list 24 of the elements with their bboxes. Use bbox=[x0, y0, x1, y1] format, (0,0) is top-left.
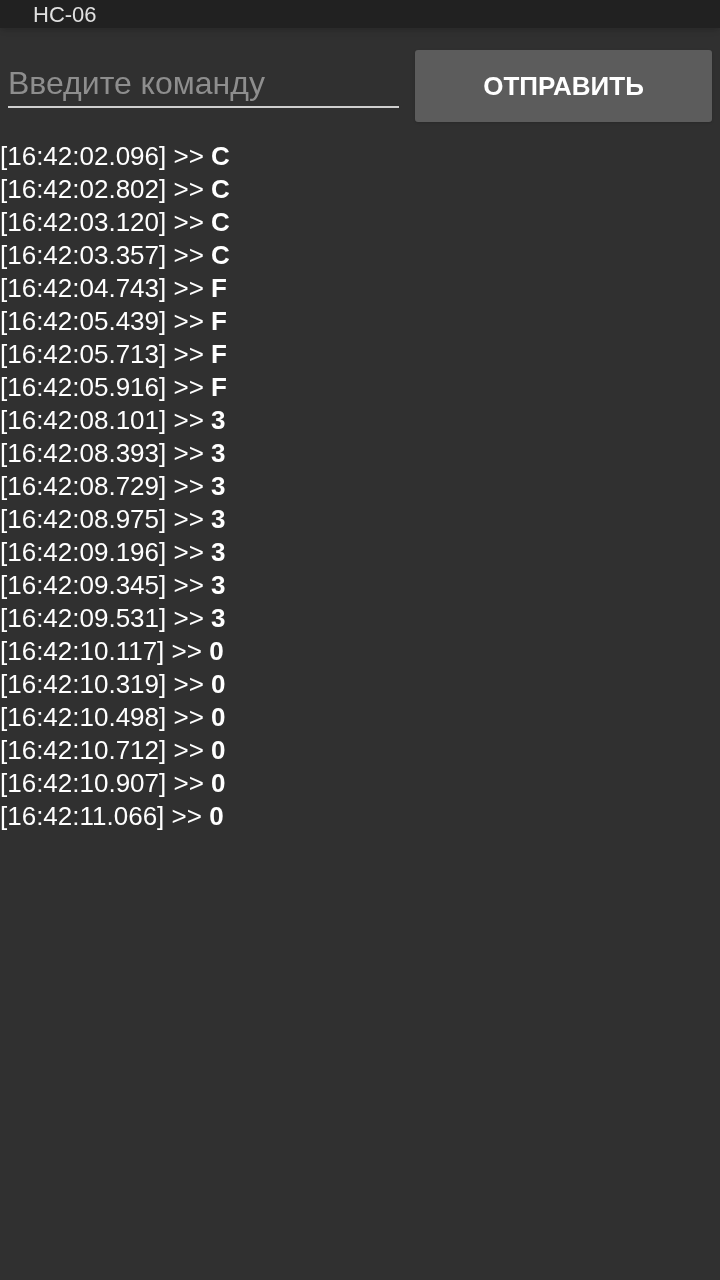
log-line: [16:42:05.439] >> F bbox=[0, 305, 227, 338]
log-line: [16:42:02.802] >> C bbox=[0, 173, 230, 206]
window-title: HC-06 bbox=[33, 2, 97, 28]
log-line: [16:42:10.117] >> 0 bbox=[0, 635, 224, 668]
log-line: [16:42:10.712] >> 0 bbox=[0, 734, 226, 767]
log-line: [16:42:10.319] >> 0 bbox=[0, 668, 226, 701]
log-line: [16:42:04.743] >> F bbox=[0, 272, 227, 305]
log-line: [16:42:08.101] >> 3 bbox=[0, 404, 226, 437]
command-field[interactable]: Введите команду bbox=[8, 64, 399, 108]
log-line: [16:42:09.196] >> 3 bbox=[0, 536, 226, 569]
log-line: [16:42:11.066] >> 0 bbox=[0, 800, 224, 833]
log-line: [16:42:08.393] >> 3 bbox=[0, 437, 226, 470]
log-line: [16:42:09.531] >> 3 bbox=[0, 602, 226, 635]
log-line: [16:42:02.096] >> C bbox=[0, 140, 230, 173]
log-line: [16:42:08.729] >> 3 bbox=[0, 470, 226, 503]
log-line: [16:42:10.907] >> 0 bbox=[0, 767, 226, 800]
log-line: [16:42:05.916] >> F bbox=[0, 371, 227, 404]
send-button[interactable]: ОТПРАВИТЬ bbox=[415, 50, 712, 122]
log-line: [16:42:09.345] >> 3 bbox=[0, 569, 226, 602]
log-line: [16:42:03.120] >> C bbox=[0, 206, 230, 239]
log-line: [16:42:08.975] >> 3 bbox=[0, 503, 226, 536]
log-line: [16:42:10.498] >> 0 bbox=[0, 701, 226, 734]
log-line: [16:42:03.357] >> C bbox=[0, 239, 230, 272]
log-line: [16:42:05.713] >> F bbox=[0, 338, 227, 371]
